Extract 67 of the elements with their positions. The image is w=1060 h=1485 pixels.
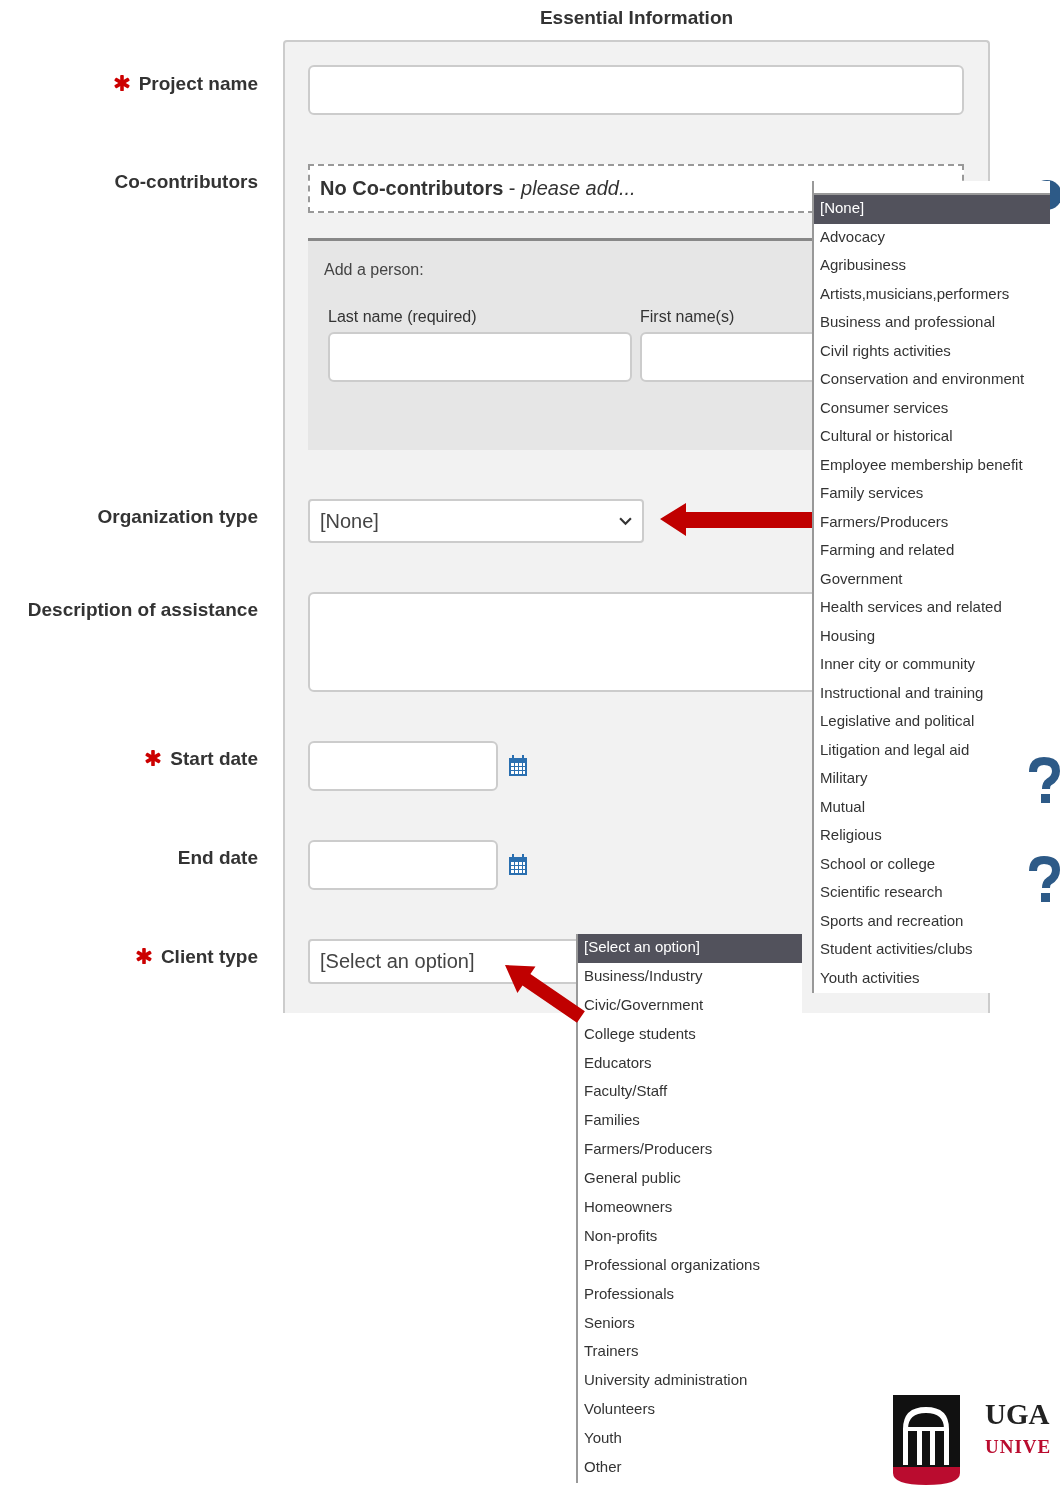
field-label: Project name bbox=[138, 73, 258, 95]
dropdown-option[interactable]: Other bbox=[578, 1454, 628, 1483]
panel-title: Add a person: bbox=[324, 261, 424, 279]
dropdown-option[interactable]: Advocacy bbox=[814, 223, 892, 252]
logo-text: UGA bbox=[985, 1398, 1050, 1431]
dropdown-option[interactable]: Cultural or historical bbox=[814, 423, 959, 452]
dropdown-option[interactable]: Farming and related bbox=[814, 537, 961, 566]
dropdown-option[interactable]: Conservation and environment bbox=[814, 366, 1031, 395]
date-field[interactable] bbox=[308, 840, 498, 890]
dropdown-option[interactable]: Consumer services bbox=[814, 394, 955, 423]
date-field[interactable] bbox=[308, 741, 498, 791]
dropdown-option[interactable]: Civic/Government bbox=[578, 991, 710, 1021]
dropdown-option[interactable]: Artists,musicians,performers bbox=[814, 280, 1016, 309]
dropdown-option[interactable]: Military bbox=[814, 765, 874, 794]
field-label: Start date bbox=[170, 748, 258, 770]
dropdown-option[interactable]: Families bbox=[578, 1107, 646, 1137]
dropdown-option[interactable]: Government bbox=[814, 565, 909, 594]
dropdown-option[interactable]: Youth activities bbox=[814, 964, 926, 993]
dropdown-option[interactable]: College students bbox=[578, 1020, 702, 1050]
dropdown-option[interactable]: Student activities/clubs bbox=[814, 936, 979, 965]
dropdown-option[interactable]: Sports and recreation bbox=[814, 907, 970, 936]
dropdown-option[interactable]: [Select an option] bbox=[578, 934, 802, 963]
dropdown-option[interactable]: Volunteers bbox=[578, 1396, 661, 1426]
field-label: Description of assistance bbox=[27, 599, 258, 621]
dropdown-option[interactable]: Family services bbox=[814, 480, 930, 509]
field-label: End date bbox=[177, 847, 258, 869]
dropdown-option[interactable]: University administration bbox=[578, 1367, 754, 1397]
dropdown-option[interactable]: Legislative and political bbox=[814, 708, 981, 737]
dropdown-option[interactable]: Professional organizations bbox=[578, 1251, 766, 1281]
dropdown-option[interactable]: Faculty/Staff bbox=[578, 1078, 674, 1108]
select-field[interactable]: [None] bbox=[308, 499, 644, 543]
dropdown-option[interactable]: Inner city or community bbox=[814, 651, 982, 680]
calendar-icon[interactable] bbox=[508, 755, 528, 777]
dropdown-option[interactable]: Youth bbox=[578, 1425, 628, 1455]
calendar-icon[interactable] bbox=[508, 854, 528, 876]
dropdown-option[interactable]: Litigation and legal aid bbox=[814, 736, 976, 765]
dropdown-option[interactable]: Homeowners bbox=[578, 1194, 679, 1223]
section-heading: Essential Information bbox=[538, 6, 735, 30]
dropdown-option[interactable]: Religious bbox=[814, 822, 888, 851]
dropdown-option[interactable]: Farmers/Producers bbox=[578, 1136, 719, 1166]
dropdown-option[interactable]: [None] bbox=[814, 195, 1050, 224]
dropdown-option[interactable]: Farmers/Producers bbox=[814, 508, 955, 537]
dropdown-option[interactable]: Business and professional bbox=[814, 309, 1002, 338]
field-label: Client type bbox=[160, 946, 258, 968]
field-label: Organization type bbox=[97, 506, 258, 528]
text-field[interactable] bbox=[308, 65, 964, 115]
text-field[interactable] bbox=[328, 332, 632, 382]
dropdown-option[interactable]: General public bbox=[578, 1165, 687, 1194]
dropdown-option[interactable]: Mutual bbox=[814, 793, 872, 822]
dropdown-option[interactable]: Trainers bbox=[578, 1338, 645, 1368]
chevron-icon bbox=[619, 516, 632, 526]
dropdown-option[interactable]: Seniors bbox=[578, 1309, 641, 1339]
dropdown-option[interactable]: Scientific research bbox=[814, 879, 949, 908]
dropdown-option[interactable]: School or college bbox=[814, 850, 942, 879]
dropdown-option[interactable]: Civil rights activities bbox=[814, 337, 957, 366]
dropdown-option[interactable]: Employee membership benefit bbox=[814, 451, 1029, 480]
dropdown-option[interactable]: Non-profits bbox=[578, 1222, 664, 1252]
dropdown-option[interactable]: Health services and related bbox=[814, 594, 1008, 623]
field-label: Co-contributors bbox=[114, 171, 258, 193]
dropdown-option[interactable]: Educators bbox=[578, 1049, 658, 1079]
dropdown-option[interactable]: Instructional and training bbox=[814, 679, 990, 708]
field-label: First name(s) bbox=[640, 308, 735, 326]
field-label: Last name (required) bbox=[328, 308, 477, 326]
dropdown-option[interactable]: Agribusiness bbox=[814, 252, 912, 281]
dropdown-option[interactable]: Professionals bbox=[578, 1280, 681, 1310]
logo-text: UNIVE bbox=[985, 1436, 1052, 1458]
dropdown-option[interactable]: Housing bbox=[814, 622, 882, 651]
